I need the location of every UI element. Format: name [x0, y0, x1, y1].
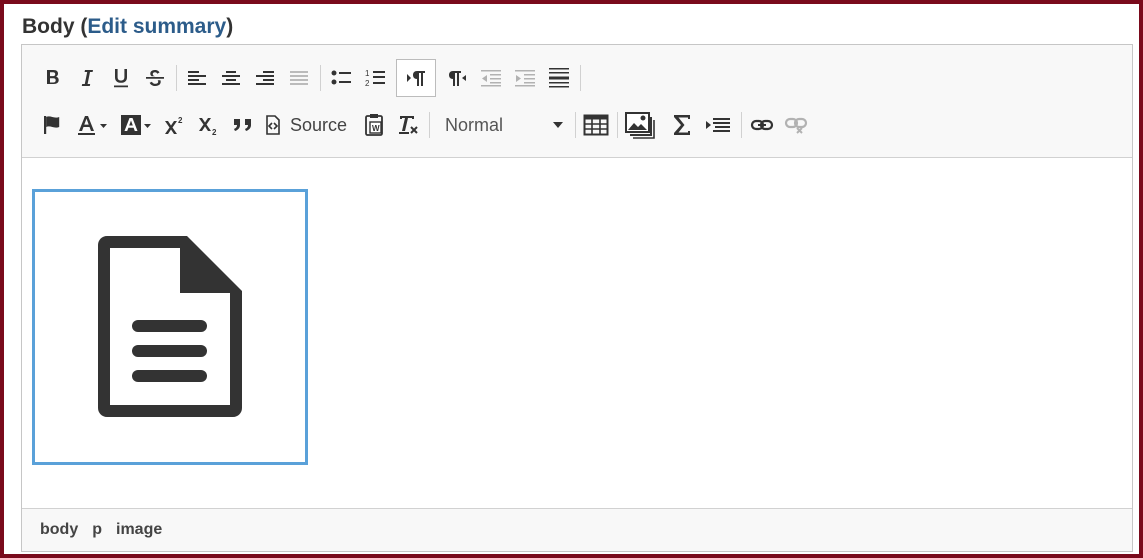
ltr-paragraph-button[interactable] — [396, 59, 436, 97]
toolbar-row-2: 2 2 Source W Normal — [40, 107, 817, 143]
math-button[interactable] — [669, 110, 695, 140]
background-color-icon — [121, 115, 151, 135]
indent-icon — [515, 70, 535, 87]
bulleted-list-icon — [331, 70, 351, 85]
template-button[interactable] — [703, 110, 733, 140]
outdent-button[interactable] — [478, 63, 504, 93]
paste-from-word-icon: W — [365, 114, 383, 136]
toolbar-separator — [429, 112, 431, 138]
image-button[interactable] — [625, 110, 655, 140]
embedded-image[interactable] — [32, 189, 308, 465]
editor-content-area[interactable] — [22, 158, 1132, 508]
document-icon — [98, 236, 242, 417]
toolbar-separator — [176, 65, 177, 91]
toolbar-separator — [741, 112, 743, 138]
indent-button[interactable] — [512, 63, 538, 93]
blockquote-icon — [234, 119, 251, 131]
align-left-button[interactable] — [184, 63, 210, 93]
strikethrough-icon — [146, 70, 164, 86]
template-icon — [706, 118, 731, 132]
field-label-text: Body — [22, 15, 75, 38]
bold-button[interactable] — [40, 63, 66, 93]
text-color-icon — [78, 116, 107, 135]
unlink-button[interactable] — [783, 110, 809, 140]
toolbar-separator — [580, 65, 581, 91]
rich-text-editor: 12 2 2 Source W Normal body p image — [21, 44, 1133, 552]
image-icon — [625, 112, 655, 139]
blockquote-button[interactable] — [230, 110, 256, 140]
bold-icon — [47, 70, 59, 84]
svg-text:2: 2 — [212, 128, 217, 136]
align-right-icon — [256, 71, 274, 85]
editor-toolbar: 12 2 2 Source W Normal — [22, 45, 1132, 158]
subscript-icon: 2 — [199, 118, 217, 136]
toolbar-separator — [575, 112, 577, 138]
edit-summary-link[interactable]: Edit summary — [87, 15, 226, 38]
subscript-button[interactable]: 2 — [196, 110, 222, 140]
horizontal-rule-icon — [549, 68, 569, 88]
underline-icon — [114, 69, 128, 88]
svg-text:2: 2 — [178, 116, 183, 125]
link-icon — [750, 119, 774, 131]
chevron-down-icon — [553, 122, 564, 128]
svg-text:1: 1 — [365, 69, 370, 78]
horizontal-rule-button[interactable] — [546, 63, 572, 93]
align-center-icon — [222, 71, 240, 85]
toolbar-separator — [320, 65, 321, 91]
path-item-image[interactable]: image — [116, 521, 162, 539]
strikethrough-button[interactable] — [142, 63, 168, 93]
field-label: Body (Edit summary) — [22, 15, 234, 38]
outdent-icon — [481, 70, 501, 87]
rtl-paragraph-button[interactable] — [444, 63, 470, 93]
table-icon — [583, 114, 609, 136]
align-right-button[interactable] — [252, 63, 278, 93]
source-button-label: Source — [290, 114, 348, 135]
format-select[interactable]: Normal — [437, 110, 567, 140]
remove-format-icon — [399, 116, 418, 134]
source-icon — [266, 115, 280, 135]
svg-text:W: W — [372, 124, 380, 133]
table-button[interactable] — [583, 110, 609, 140]
align-justify-button[interactable] — [286, 63, 312, 93]
toolbar-separator — [617, 112, 619, 138]
numbered-list-button[interactable]: 12 — [362, 63, 388, 93]
path-item-p[interactable]: p — [92, 521, 102, 539]
flag-button[interactable] — [40, 110, 66, 140]
flag-icon — [44, 116, 60, 134]
bulleted-list-button[interactable] — [328, 63, 354, 93]
toolbar-row-1: 12 — [40, 59, 588, 97]
text-color-button[interactable] — [74, 110, 110, 140]
paste-from-word-button[interactable]: W — [361, 110, 387, 140]
element-path-bar: body p image — [22, 508, 1132, 551]
italic-icon — [81, 70, 93, 86]
source-button[interactable]: Source — [264, 115, 347, 136]
unlink-icon — [784, 117, 808, 134]
align-center-button[interactable] — [218, 63, 244, 93]
numbered-list-icon: 12 — [365, 69, 385, 88]
align-left-icon — [188, 71, 206, 85]
path-item-body[interactable]: body — [40, 521, 78, 539]
superscript-icon: 2 — [165, 116, 183, 134]
background-color-button[interactable] — [118, 110, 154, 140]
remove-format-button[interactable] — [395, 110, 421, 140]
link-button[interactable] — [749, 110, 775, 140]
ltr-paragraph-icon — [407, 71, 425, 86]
rtl-paragraph-icon — [449, 71, 466, 86]
math-icon — [674, 115, 691, 135]
underline-button[interactable] — [108, 63, 134, 93]
superscript-button[interactable]: 2 — [162, 110, 188, 140]
svg-text:2: 2 — [365, 79, 370, 88]
italic-button[interactable] — [74, 63, 100, 93]
align-justify-icon — [290, 71, 308, 85]
format-select-value: Normal — [445, 114, 504, 135]
